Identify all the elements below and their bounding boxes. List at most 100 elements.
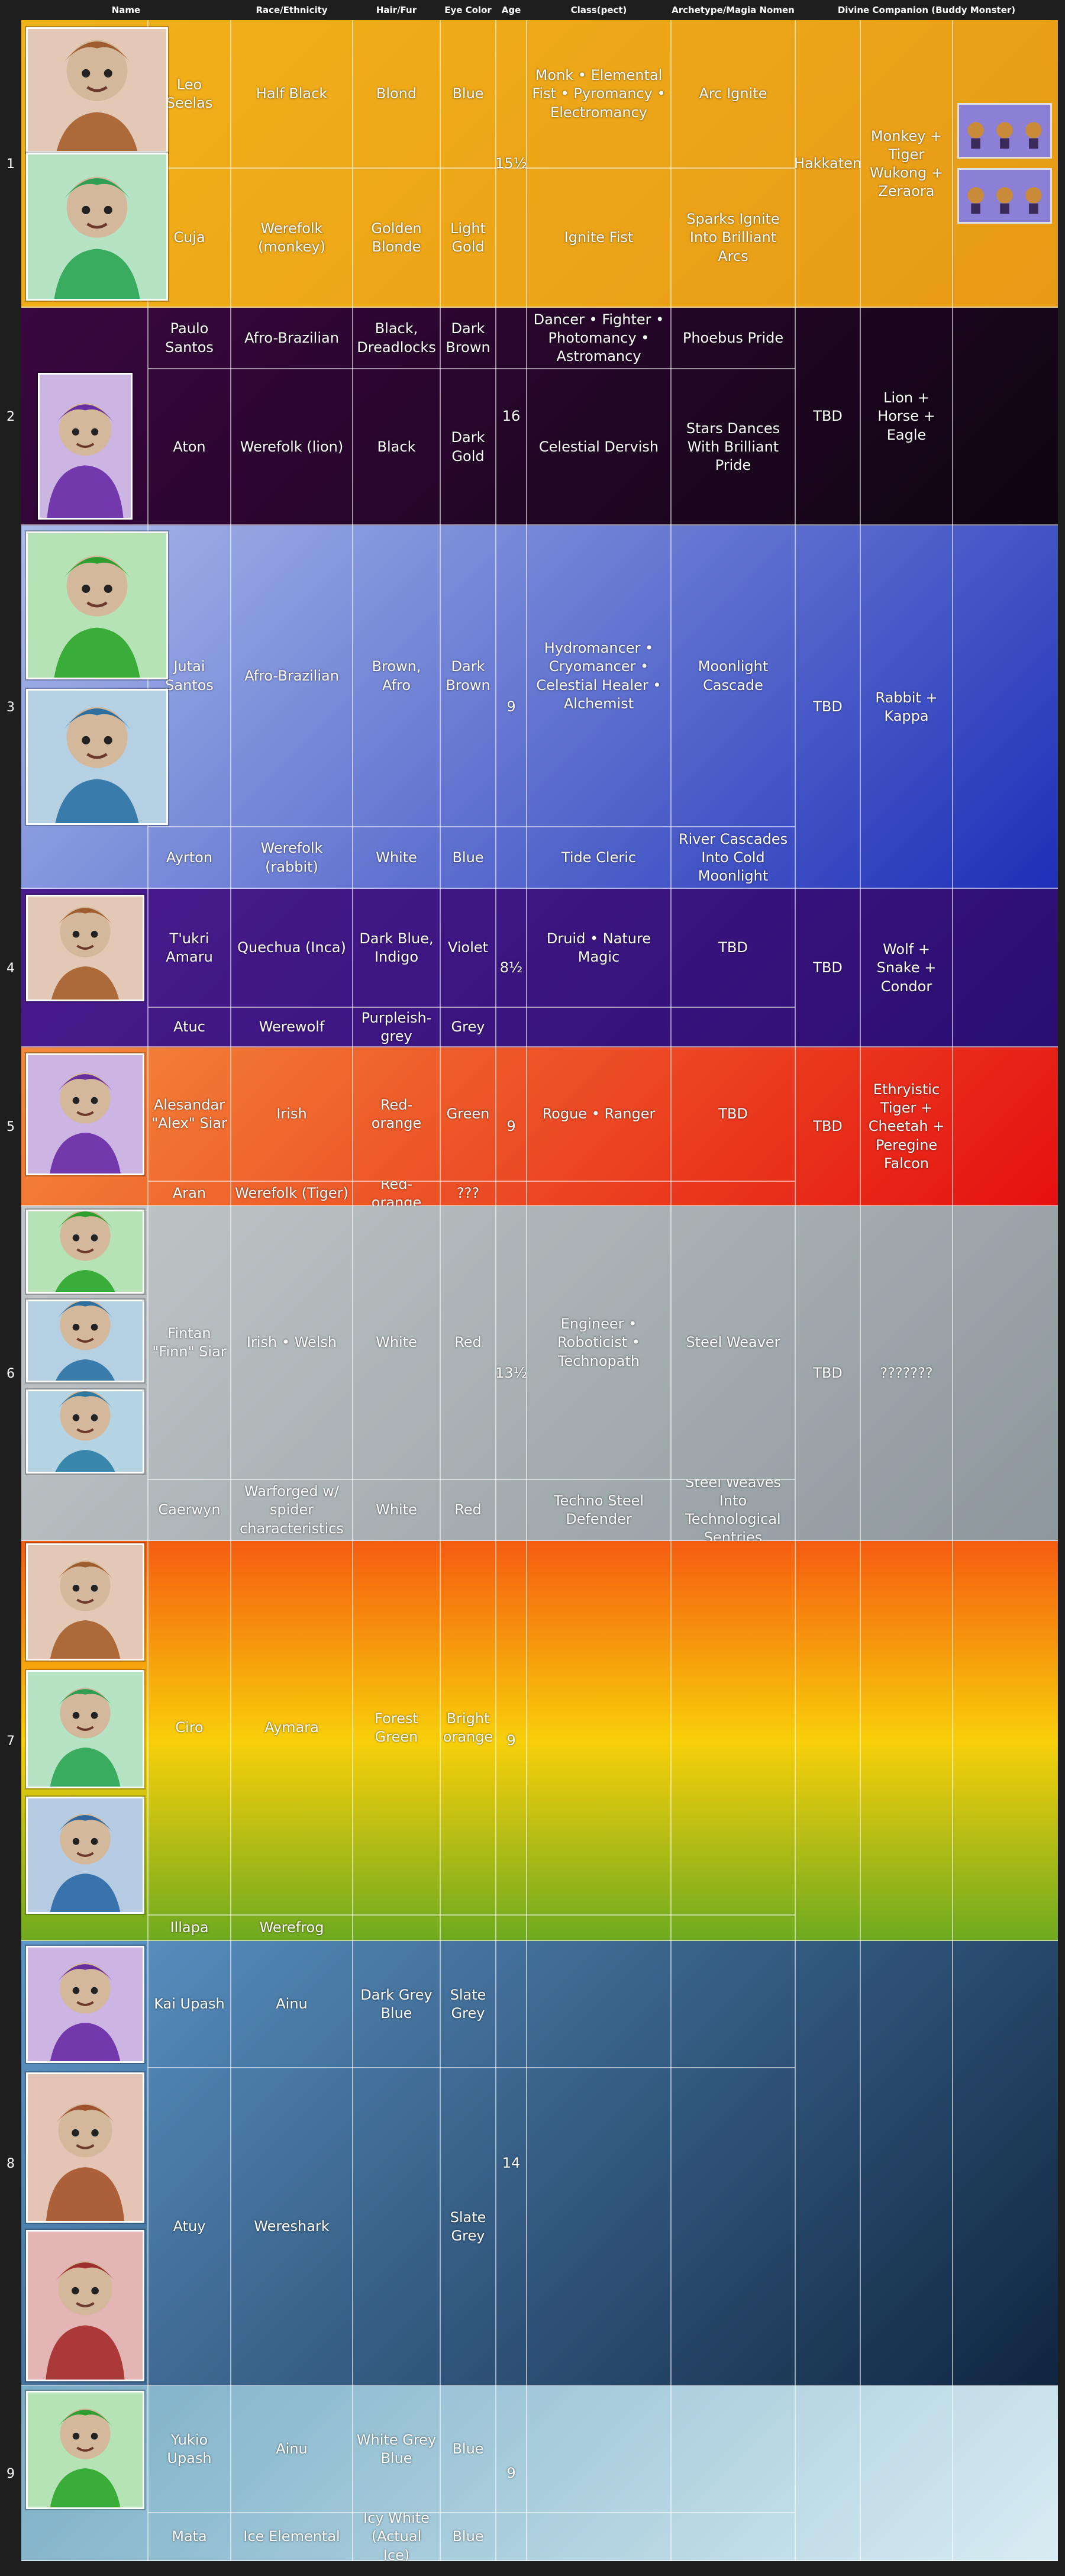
class: Hydromancer • Cryomancer • Celestial Hea…	[536, 640, 661, 712]
age: 14	[502, 2155, 521, 2172]
eye-color: Violet	[447, 939, 489, 956]
character-portrait[interactable]	[26, 153, 168, 301]
character-portrait[interactable]	[26, 1300, 144, 1382]
eye-color: Green	[446, 1105, 490, 1123]
age: 16	[502, 408, 521, 425]
race-ethnicity: Ainu	[276, 2440, 308, 2458]
character-portrait[interactable]	[26, 27, 168, 153]
character-portrait[interactable]	[26, 1210, 144, 1294]
eye-color: Dark Gold	[451, 429, 485, 465]
character-portrait[interactable]	[26, 689, 168, 825]
hair-fur: Dark Blue, Indigo	[359, 930, 434, 965]
eye-color: Blue	[452, 2440, 484, 2458]
race-ethnicity: Werefolk (lion)	[240, 438, 344, 455]
hair-fur: Black	[377, 438, 416, 455]
guild: TBD	[813, 408, 843, 425]
divine-companion: Ethryistic Tiger + Cheetah + Peregine Fa…	[868, 1081, 945, 1172]
character-name: T'ukri Amaru	[166, 930, 213, 965]
header-race: Race/Ethnicity	[256, 5, 328, 15]
header-divine: Divine Companion (Buddy Monster)	[837, 5, 1016, 15]
guild	[795, 1541, 860, 1941]
race-ethnicity: Half Black	[256, 85, 328, 102]
class	[527, 2068, 671, 2386]
eye-color: Blue	[452, 2528, 484, 2545]
divine-companion	[860, 2386, 953, 2561]
character-portrait[interactable]	[26, 1543, 144, 1661]
archetype: Stars Dances With Brilliant Pride	[686, 420, 780, 474]
eye-color: Red	[454, 1501, 482, 1518]
character-name: Atuy	[173, 2218, 206, 2235]
race-ethnicity: Werefolk (Tiger)	[235, 1185, 348, 1202]
row-group-7: 7 Ciro Aymara Forest Green Bright orange Illa…	[0, 1541, 1065, 1941]
header-eye: Eye Color	[444, 5, 492, 15]
character-portrait[interactable]	[26, 895, 144, 1001]
eye-color: Slate Grey	[450, 1986, 486, 2022]
character-portrait[interactable]	[26, 2230, 144, 2381]
companion-thumbnail[interactable]	[957, 103, 1052, 159]
divine-companion: Lion + Horse + Eagle	[877, 389, 935, 443]
guild: Hakkaten	[795, 155, 860, 172]
archetype	[671, 1541, 795, 1915]
character-portrait[interactable]	[26, 2391, 144, 2509]
archetype: Phoebus Pride	[682, 329, 784, 346]
header-row: Name Race/Ethnicity Hair/Fur Eye Color Age Cl…	[0, 0, 1065, 20]
divine-companion: Wolf + Snake + Condor	[876, 941, 937, 995]
character-portrait[interactable]	[38, 373, 133, 520]
character-portrait[interactable]	[26, 531, 168, 679]
age: 9	[506, 1732, 516, 1749]
hair-fur: Red-orange	[371, 1181, 422, 1206]
character-portrait[interactable]	[26, 2072, 144, 2223]
hair-fur	[353, 1915, 440, 1941]
hair-fur: White	[376, 1334, 417, 1351]
archetype: Moonlight Cascade	[698, 658, 769, 694]
eye-color: Dark Brown	[446, 658, 490, 694]
character-name: Caerwyn	[158, 1501, 221, 1518]
hair-fur: Red-orange	[371, 1096, 422, 1131]
character-name: Mata	[172, 2528, 207, 2545]
race-ethnicity: Aymara	[264, 1719, 319, 1736]
archetype	[671, 1915, 795, 1941]
eye-color: Red	[454, 1334, 482, 1351]
archetype	[671, 1007, 795, 1047]
class: Engineer • Roboticist • Technopath	[557, 1316, 640, 1369]
hair-fur: White	[376, 849, 417, 866]
eye-color	[440, 1915, 496, 1941]
archetype: Sparks Ignite Into Brilliant Arcs	[686, 211, 780, 265]
hair-fur: Icy White (Actual Ice)	[363, 2513, 430, 2561]
age: 9	[506, 1118, 516, 1135]
character-name: Atuc	[173, 1018, 205, 1036]
class: Techno Steel Defender	[553, 1492, 644, 1527]
guild: TBD	[813, 959, 843, 976]
hair-fur: White Grey Blue	[356, 2431, 437, 2467]
class	[527, 1541, 671, 1915]
hair-fur	[353, 2068, 440, 2386]
character-portrait[interactable]	[26, 1797, 144, 1914]
guild	[795, 2386, 860, 2561]
row-number: 5	[7, 1119, 15, 1134]
guild: TBD	[813, 698, 843, 715]
archetype	[671, 1941, 795, 2068]
companion-thumbnail[interactable]	[957, 168, 1052, 224]
age: 8½	[499, 959, 523, 976]
race-ethnicity: Wereshark	[254, 2218, 330, 2235]
race-ethnicity: Werefrog	[259, 1919, 324, 1936]
race-ethnicity: Irish	[276, 1105, 307, 1123]
character-portrait[interactable]	[26, 1946, 144, 2063]
archetype: TBD	[718, 939, 748, 956]
eye-color: Bright orange	[443, 1710, 493, 1745]
archetype: Steel Weaves Into Technological Sentries	[685, 1479, 781, 1541]
archetype	[671, 2386, 795, 2513]
eye-color: Dark Brown	[446, 320, 490, 356]
race-ethnicity: Irish • Welsh	[246, 1334, 337, 1351]
character-portrait[interactable]	[26, 1389, 144, 1474]
character-portrait[interactable]	[26, 1670, 144, 1788]
divine-companion	[860, 1941, 953, 2386]
character-portrait[interactable]	[26, 1053, 144, 1175]
class: Monk • Elemental Fist • Pyromancy • Elec…	[532, 67, 666, 121]
archetype	[671, 2068, 795, 2386]
class	[527, 1181, 671, 1206]
class: Dancer • Fighter • Photomancy • Astroman…	[533, 311, 664, 365]
class	[527, 2386, 671, 2513]
eye-color: Blue	[452, 85, 484, 102]
guild: TBD	[813, 1365, 843, 1382]
